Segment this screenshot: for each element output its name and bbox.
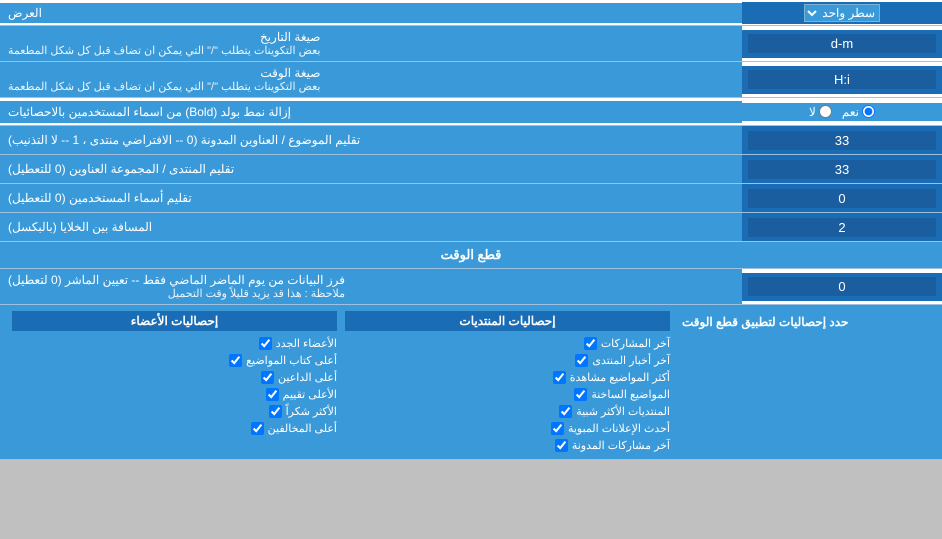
time-cut-input-wrapper[interactable] — [742, 273, 942, 301]
stat-checkbox-6[interactable] — [551, 422, 564, 435]
users-trim-input-wrapper[interactable] — [742, 184, 942, 212]
display-label: العرض — [0, 3, 742, 23]
stat-member-1[interactable]: الأعضاء الجدد — [12, 336, 337, 351]
stat-checkbox-5[interactable] — [559, 405, 572, 418]
time-format-row: صيغة الوقت بعض التكوينات يتطلب "/" التي … — [0, 62, 942, 98]
stats-col1: إحصاليات المنتديات آخر المشاركات آخر أخب… — [341, 311, 674, 453]
stat-member-checkbox-4[interactable] — [266, 388, 279, 401]
forum-trim-row: تقليم المنتدى / المجموعة العناوين (0 للت… — [0, 155, 942, 184]
cell-spacing-input[interactable] — [748, 218, 936, 237]
display-select-wrapper[interactable]: سطر واحد سطرين ثلاثة أسطر — [742, 2, 942, 24]
topics-trim-row: تقليم الموضوع / العناوين المدونة (0 -- ا… — [0, 126, 942, 155]
topics-trim-input[interactable] — [748, 131, 936, 150]
cell-spacing-input-wrapper[interactable] — [742, 213, 942, 241]
stat-item-3[interactable]: أكثر المواضيع مشاهدة — [345, 370, 670, 385]
stats-col2: إحصاليات الأعضاء الأعضاء الجدد أعلى كتاب… — [8, 311, 341, 453]
users-trim-input[interactable] — [748, 189, 936, 208]
date-format-row: صيغة التاريخ بعض التكوينات يتطلب "/" الت… — [0, 26, 942, 62]
stat-member-5[interactable]: الأكثر شكراً — [12, 404, 337, 419]
stat-item-6[interactable]: أحدث الإعلانات المبوية — [345, 421, 670, 436]
bold-yes-radio[interactable] — [862, 105, 875, 118]
date-format-label: صيغة التاريخ بعض التكوينات يتطلب "/" الت… — [0, 26, 742, 61]
stat-item-4[interactable]: المواضيع الساخنة — [345, 387, 670, 402]
stats-section: حدد إحصاليات لتطبيق قطع الوقت إحصاليات ا… — [0, 305, 942, 460]
stat-checkbox-7[interactable] — [555, 439, 568, 452]
time-cut-row: فرز البيانات من يوم الماضر الماضي فقط --… — [0, 269, 942, 305]
bold-no-radio[interactable] — [819, 105, 832, 118]
time-cut-section-header: قطع الوقت — [0, 242, 942, 269]
cell-spacing-row: المسافة بين الخلايا (بالبكسل) — [0, 213, 942, 242]
time-cut-label: فرز البيانات من يوم الماضر الماضي فقط --… — [0, 269, 742, 304]
stat-member-checkbox-3[interactable] — [261, 371, 274, 384]
time-format-input-wrapper[interactable] — [742, 66, 942, 94]
stat-member-checkbox-5[interactable] — [269, 405, 282, 418]
users-trim-row: تقليم أسماء المستخدمين (0 للتعطيل) — [0, 184, 942, 213]
stat-item-5[interactable]: المنتديات الأكثر شبية — [345, 404, 670, 419]
bold-remove-row: نعم لا إزالة نمط بولد (Bold) من اسماء ال… — [0, 98, 942, 126]
date-format-input[interactable] — [748, 34, 936, 53]
display-row: سطر واحد سطرين ثلاثة أسطر العرض — [0, 0, 942, 26]
stat-checkbox-1[interactable] — [584, 337, 597, 350]
time-format-input[interactable] — [748, 70, 936, 89]
stat-checkbox-3[interactable] — [553, 371, 566, 384]
topics-trim-label: تقليم الموضوع / العناوين المدونة (0 -- ا… — [0, 126, 742, 154]
forum-trim-input-wrapper[interactable] — [742, 155, 942, 183]
stat-checkbox-4[interactable] — [574, 388, 587, 401]
cell-spacing-label: المسافة بين الخلايا (بالبكسل) — [0, 213, 742, 241]
stat-member-checkbox-1[interactable] — [259, 337, 272, 350]
forum-trim-label: تقليم المنتدى / المجموعة العناوين (0 للت… — [0, 155, 742, 183]
stats-col2-header: إحصاليات الأعضاء — [12, 311, 337, 331]
stat-item-1[interactable]: آخر المشاركات — [345, 336, 670, 351]
stat-member-checkbox-6[interactable] — [251, 422, 264, 435]
bold-no-label[interactable]: لا — [809, 105, 832, 119]
stat-item-7[interactable]: آخر مشاركات المدونة — [345, 438, 670, 453]
display-select[interactable]: سطر واحد سطرين ثلاثة أسطر — [804, 4, 880, 22]
stat-member-3[interactable]: أعلى الداعين — [12, 370, 337, 385]
time-cut-input[interactable] — [748, 277, 936, 296]
stat-member-checkbox-2[interactable] — [229, 354, 242, 367]
time-format-label: صيغة الوقت بعض التكوينات يتطلب "/" التي … — [0, 62, 742, 97]
bold-label: إزالة نمط بولد (Bold) من اسماء المستخدمي… — [0, 101, 742, 123]
stat-member-2[interactable]: أعلى كتاب المواضيع — [12, 353, 337, 368]
stat-member-4[interactable]: الأعلى تقييم — [12, 387, 337, 402]
forum-trim-input[interactable] — [748, 160, 936, 179]
stat-member-6[interactable]: أعلى المخالفين — [12, 421, 337, 436]
stat-item-2[interactable]: آخر أخبار المنتدى — [345, 353, 670, 368]
stat-checkbox-2[interactable] — [575, 354, 588, 367]
stats-section-title: حدد إحصاليات لتطبيق قطع الوقت — [674, 311, 934, 333]
users-trim-label: تقليم أسماء المستخدمين (0 للتعطيل) — [0, 184, 742, 212]
bold-radio-options: نعم لا — [742, 103, 942, 121]
stats-col1-header: إحصاليات المنتديات — [345, 311, 670, 331]
bold-yes-label[interactable]: نعم — [842, 105, 875, 119]
topics-trim-input-wrapper[interactable] — [742, 126, 942, 154]
date-format-input-wrapper[interactable] — [742, 30, 942, 58]
